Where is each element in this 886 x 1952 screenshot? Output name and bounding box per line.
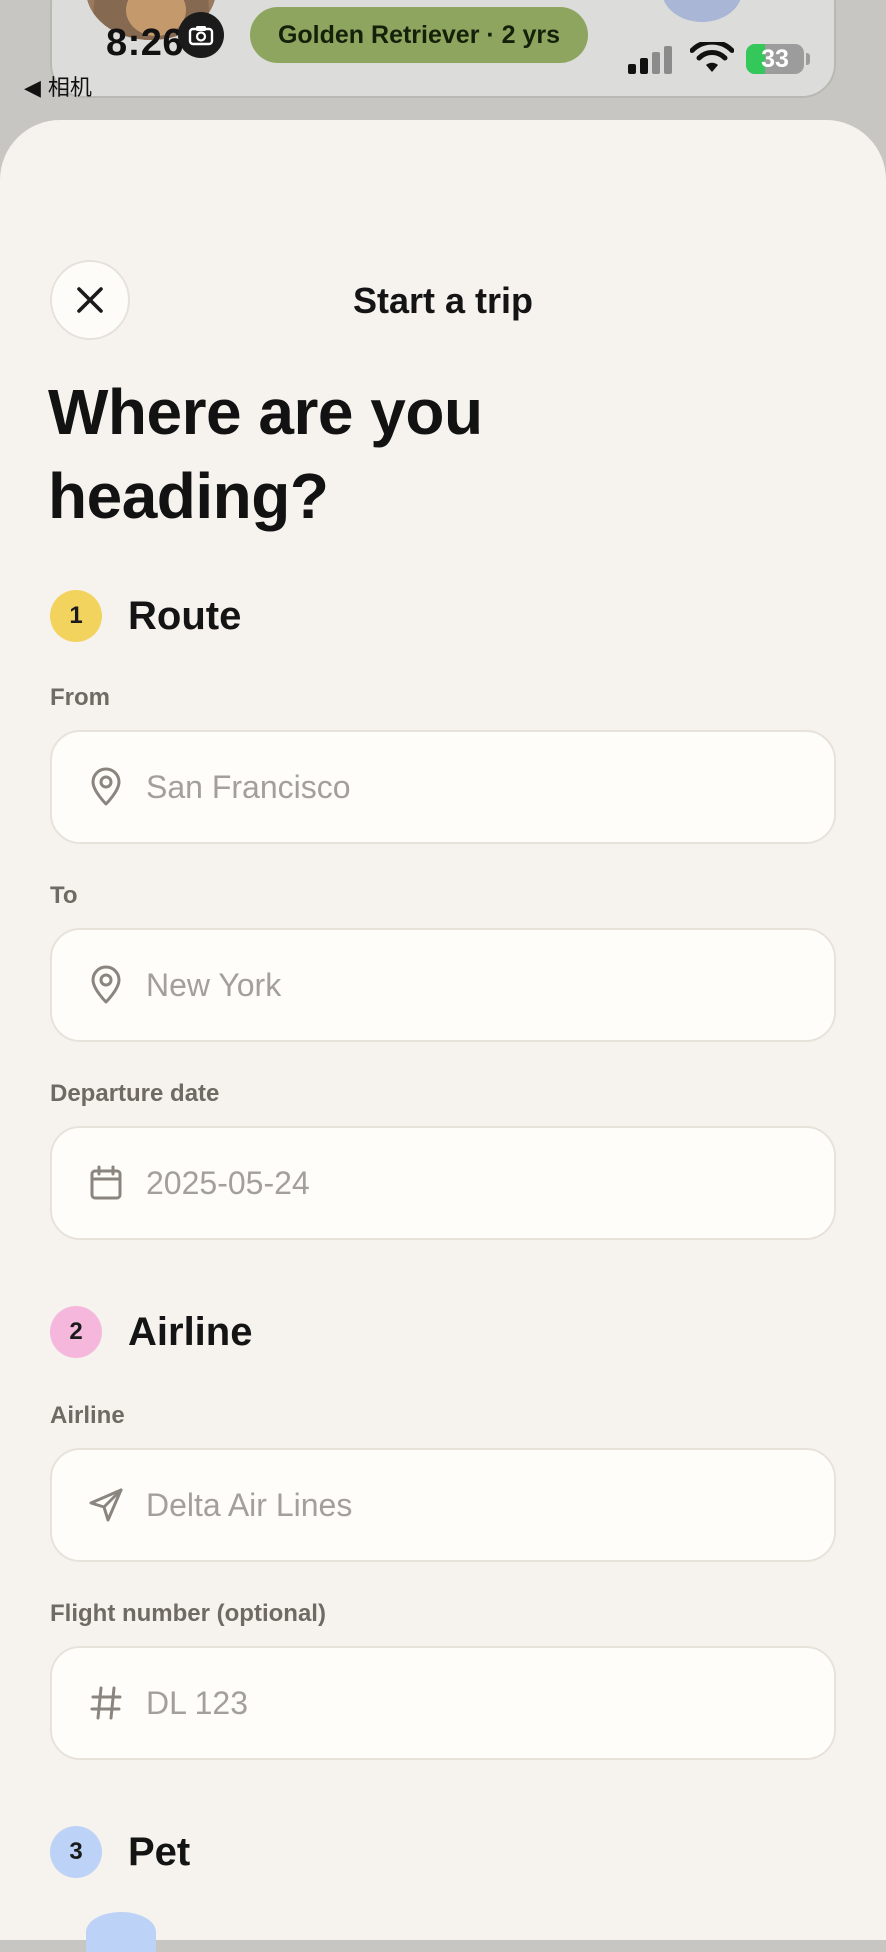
- to-field[interactable]: New York: [50, 928, 836, 1042]
- sheet-title: Start a trip: [352, 280, 534, 321]
- status-time: 8:26: [106, 22, 185, 64]
- breed-pill: Golden Retriever · 2 yrs: [250, 7, 588, 63]
- airline-field[interactable]: Delta Air Lines: [50, 1448, 836, 1562]
- headline-line-2: heading?: [48, 460, 329, 532]
- battery-icon: 33: [746, 44, 804, 74]
- hash-icon: [80, 1677, 132, 1729]
- departure-date-value: 2025-05-24: [146, 1164, 310, 1201]
- section-pet: 3 Pet: [50, 1826, 190, 1878]
- departure-date-label: Departure date: [50, 1080, 220, 1107]
- step-badge-2: 2: [50, 1306, 102, 1358]
- section-airline: 2 Airline: [50, 1306, 252, 1358]
- battery-cap: [806, 53, 810, 65]
- section-title-route: Route: [128, 593, 242, 638]
- to-value: New York: [146, 966, 282, 1003]
- section-route: 1 Route: [50, 590, 241, 642]
- send-arrow-icon: [80, 1479, 132, 1531]
- wifi-icon: [689, 39, 735, 79]
- flight-number-field[interactable]: DL 123: [50, 1646, 836, 1760]
- from-label: From: [50, 684, 110, 711]
- page-headline: Where are you heading?: [48, 370, 748, 538]
- step-badge-3: 3: [50, 1826, 102, 1878]
- departure-date-field[interactable]: 2025-05-24: [50, 1126, 836, 1240]
- calendar-icon: [80, 1157, 132, 1209]
- section-title-airline: Airline: [128, 1309, 253, 1354]
- flight-number-value: DL 123: [146, 1684, 248, 1721]
- battery-percent: 33: [761, 45, 789, 73]
- section-title-pet: Pet: [128, 1829, 191, 1874]
- map-pin-icon: [80, 959, 132, 1011]
- from-value: San Francisco: [146, 768, 351, 805]
- airline-label: Airline: [50, 1402, 125, 1429]
- pet-avatar-peek[interactable]: [86, 1912, 156, 1952]
- headline-line-1: Where are you: [48, 376, 483, 448]
- map-pin-icon: [80, 761, 132, 813]
- flight-number-label: Flight number (optional): [50, 1600, 326, 1627]
- start-trip-sheet: Start a trip Where are you heading? 1 Ro…: [0, 120, 886, 1952]
- step-badge-1: 1: [50, 590, 102, 642]
- to-label: To: [50, 882, 78, 909]
- cellular-signal-icon: [628, 46, 672, 74]
- from-field[interactable]: San Francisco: [50, 730, 836, 844]
- camera-indicator-icon: [178, 12, 224, 58]
- back-to-camera-link[interactable]: ◀ 相机: [24, 70, 92, 102]
- airline-value: Delta Air Lines: [146, 1486, 353, 1523]
